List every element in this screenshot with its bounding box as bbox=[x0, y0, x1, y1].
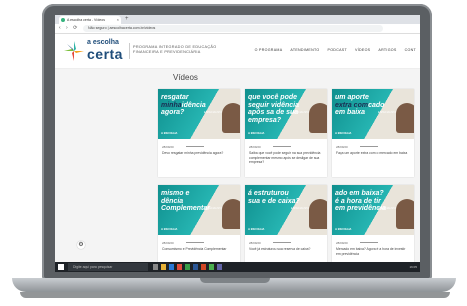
thumbnail-logo: A ESCOLHA bbox=[248, 131, 265, 135]
thumbnail-logo: A ESCOLHA bbox=[335, 227, 352, 231]
card-date: 28/09/20 bbox=[336, 145, 348, 149]
logo-divider bbox=[129, 43, 130, 59]
start-icon[interactable] bbox=[58, 264, 64, 270]
edge-icon[interactable] bbox=[169, 264, 174, 270]
main-nav: O PROGRAMA ATENDIMENTO PODCAST VÍDEOS AR… bbox=[255, 48, 416, 52]
favicon-icon bbox=[61, 18, 65, 22]
card-description[interactable]: Faça um aporte extra com o mercado em ba… bbox=[336, 151, 408, 156]
nav-item-artigos[interactable]: ARTIGOS bbox=[378, 48, 396, 52]
folder-icon[interactable] bbox=[161, 264, 166, 270]
taskbar-apps bbox=[153, 264, 222, 270]
tab-title: A escolha certa - Vídeos bbox=[67, 18, 105, 22]
task-view-icon[interactable] bbox=[153, 264, 158, 270]
thumbnail-logo: A ESCOLHA bbox=[335, 131, 352, 135]
word-icon[interactable] bbox=[193, 264, 198, 270]
speaker-photo bbox=[222, 103, 240, 133]
teams-icon[interactable] bbox=[217, 264, 222, 270]
logo-tagline: PROGRAMA INTEGRADO DE EDUCAÇÃO FINANCEIR… bbox=[133, 45, 217, 54]
video-thumbnail[interactable]: um aporte extra comcado em baixa ESPECIA… bbox=[332, 89, 414, 139]
card-date: 28/09/20 bbox=[249, 145, 261, 149]
url-field[interactable]: Não seguro | aescolhacerta.com.br/videos bbox=[83, 25, 383, 32]
speaker-photo bbox=[309, 199, 327, 229]
video-thumbnail[interactable]: á estruturou sua e de caixa? ESPECIALIST… bbox=[245, 185, 327, 235]
thumbnail-logo: A ESCOLHA bbox=[248, 227, 265, 231]
card-date: 28/09/20 bbox=[162, 241, 174, 245]
taskbar-search[interactable]: Digite aqui para pesquisar bbox=[68, 263, 148, 271]
powerpoint-icon[interactable] bbox=[201, 264, 206, 270]
nav-item-videos[interactable]: VÍDEOS bbox=[355, 48, 370, 52]
site-header: a escolha certa PROGRAMA INTEGRADO DE ED… bbox=[55, 34, 420, 69]
system-tray[interactable]: 16:05 bbox=[409, 264, 417, 270]
logo-icon bbox=[64, 41, 84, 61]
card-date: 28/09/20 bbox=[336, 241, 348, 245]
close-tab-icon[interactable]: × bbox=[117, 16, 119, 24]
excel-icon[interactable] bbox=[185, 264, 190, 270]
taskbar: Digite aqui para pesquisar 16:05 bbox=[55, 262, 420, 272]
card-divider bbox=[186, 146, 204, 147]
browser-tab[interactable]: A escolha certa - Vídeos × bbox=[59, 16, 121, 24]
speaker-photo bbox=[309, 103, 327, 133]
card-divider bbox=[273, 242, 291, 243]
video-card[interactable]: ado em baixa? é a hora de tir em previdê… bbox=[332, 185, 414, 272]
browser-tabbar: A escolha certa - Vídeos × + bbox=[55, 15, 420, 24]
card-date: 28/09/20 bbox=[162, 145, 174, 149]
page-title: Vídeos bbox=[173, 73, 198, 82]
video-card[interactable]: mismo e dência Complementar ESPECIALISTA… bbox=[158, 185, 240, 272]
speaker-photo bbox=[396, 199, 414, 229]
store-icon[interactable] bbox=[177, 264, 182, 270]
logo-text-large: certa bbox=[87, 46, 123, 62]
speaker-photo bbox=[222, 199, 240, 229]
speaker-photo bbox=[396, 103, 414, 133]
video-thumbnail[interactable]: mismo e dência Complementar ESPECIALISTA… bbox=[158, 185, 240, 235]
chrome-icon[interactable] bbox=[209, 264, 214, 270]
video-card[interactable]: á estruturou sua e de caixa? ESPECIALIST… bbox=[245, 185, 327, 272]
card-divider bbox=[360, 146, 378, 147]
card-description[interactable]: Mercado em baixa? Agora é a hora de inve… bbox=[336, 247, 408, 256]
video-card[interactable]: que você pode seguir vidência após sa de… bbox=[245, 89, 327, 177]
card-date: 28/09/20 bbox=[249, 241, 261, 245]
card-description[interactable]: Devo resgatar minha previdência agora? bbox=[162, 151, 234, 156]
laptop-notch bbox=[200, 278, 270, 283]
card-divider bbox=[360, 242, 378, 243]
laptop-screen: A escolha certa - Vídeos × + ‹ › ⟳ Não s… bbox=[55, 15, 420, 272]
card-description[interactable]: Consumismo e Previdência Complementar bbox=[162, 247, 234, 252]
address-bar: ‹ › ⟳ Não seguro | aescolhacerta.com.br/… bbox=[55, 24, 420, 34]
new-tab-button[interactable]: + bbox=[125, 15, 129, 24]
laptop-shadow bbox=[20, 292, 450, 298]
thumbnail-logo: A ESCOLHA bbox=[161, 131, 178, 135]
video-thumbnail[interactable]: ado em baixa? é a hora de tir em previdê… bbox=[332, 185, 414, 235]
thumbnail-logo: A ESCOLHA bbox=[161, 227, 178, 231]
video-thumbnail[interactable]: que você pode seguir vidência após sa de… bbox=[245, 89, 327, 139]
nav-item-contato[interactable]: CONT bbox=[405, 48, 416, 52]
card-description[interactable]: Saiba que você pode seguir na sua previd… bbox=[249, 151, 321, 165]
card-divider bbox=[186, 242, 204, 243]
nav-item-programa[interactable]: O PROGRAMA bbox=[255, 48, 283, 52]
video-thumbnail[interactable]: resgatar minhaidência agora? ESPECIALIST… bbox=[158, 89, 240, 139]
nav-item-atendimento[interactable]: ATENDIMENTO bbox=[290, 48, 319, 52]
nav-item-podcast[interactable]: PODCAST bbox=[328, 48, 347, 52]
thumbnail-title: que você pode seguir vidência após sa de… bbox=[248, 94, 299, 124]
logo-text-small: a escolha bbox=[87, 39, 119, 46]
card-divider bbox=[273, 146, 291, 147]
settings-icon[interactable]: ⚙ bbox=[77, 241, 85, 249]
card-description[interactable]: Você já estruturou sua reserva de caixa? bbox=[249, 247, 321, 252]
nav-buttons[interactable]: ‹ › ⟳ bbox=[59, 24, 79, 33]
video-card[interactable]: um aporte extra comcado em baixa ESPECIA… bbox=[332, 89, 414, 177]
thumbnail-title: á estruturou sua e de caixa? bbox=[248, 190, 300, 205]
video-card[interactable]: resgatar minhaidência agora? ESPECIALIST… bbox=[158, 89, 240, 177]
